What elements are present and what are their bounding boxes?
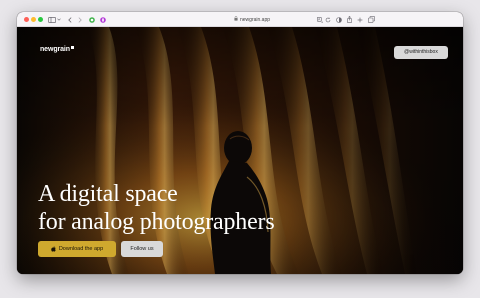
back-icon[interactable]: [67, 15, 73, 24]
chevron-down-icon[interactable]: [57, 15, 61, 24]
forward-icon[interactable]: [77, 15, 83, 24]
svg-text:a: a: [321, 19, 323, 22]
new-tab-icon[interactable]: [357, 15, 363, 24]
download-app-label: Download the app: [58, 246, 104, 252]
minimize-window-button[interactable]: [31, 17, 36, 22]
share-icon[interactable]: [346, 15, 352, 24]
browser-toolbar: newgrain.app Aa: [17, 12, 463, 27]
tabs-icon[interactable]: [368, 15, 375, 24]
logo-mark-icon: [70, 46, 74, 49]
sidebar-icon[interactable]: [47, 15, 56, 24]
hero-section: newgrain @withinthisbox A digital space …: [17, 27, 463, 274]
headline-line-2: for analog photographers: [38, 209, 275, 235]
site-logo-text: newgrain: [40, 46, 70, 53]
maximize-window-button[interactable]: [38, 17, 43, 22]
social-handle-button[interactable]: @withinthisbox: [394, 46, 448, 59]
extension-icon[interactable]: [99, 15, 106, 24]
browser-window: newgrain.app Aa newgrain @withinthisbox …: [17, 12, 463, 274]
dark-mode-icon[interactable]: [335, 15, 342, 24]
follow-us-button[interactable]: Follow us: [121, 241, 163, 257]
close-window-button[interactable]: [24, 17, 29, 22]
shield-icon[interactable]: [88, 15, 95, 24]
lock-icon: [234, 16, 238, 23]
site-logo[interactable]: newgrain: [40, 46, 74, 53]
address-bar[interactable]: newgrain.app: [217, 15, 287, 24]
reload-icon[interactable]: [325, 15, 331, 24]
download-app-button[interactable]: Download the app: [38, 241, 116, 257]
hero-photo: [17, 27, 463, 274]
apple-icon: [51, 246, 56, 252]
hero-headline: A digital space for analog photographers: [38, 180, 275, 236]
translate-icon[interactable]: Aa: [317, 15, 324, 24]
url-text: newgrain.app: [239, 16, 271, 23]
headline-line-1: A digital space: [38, 181, 178, 207]
